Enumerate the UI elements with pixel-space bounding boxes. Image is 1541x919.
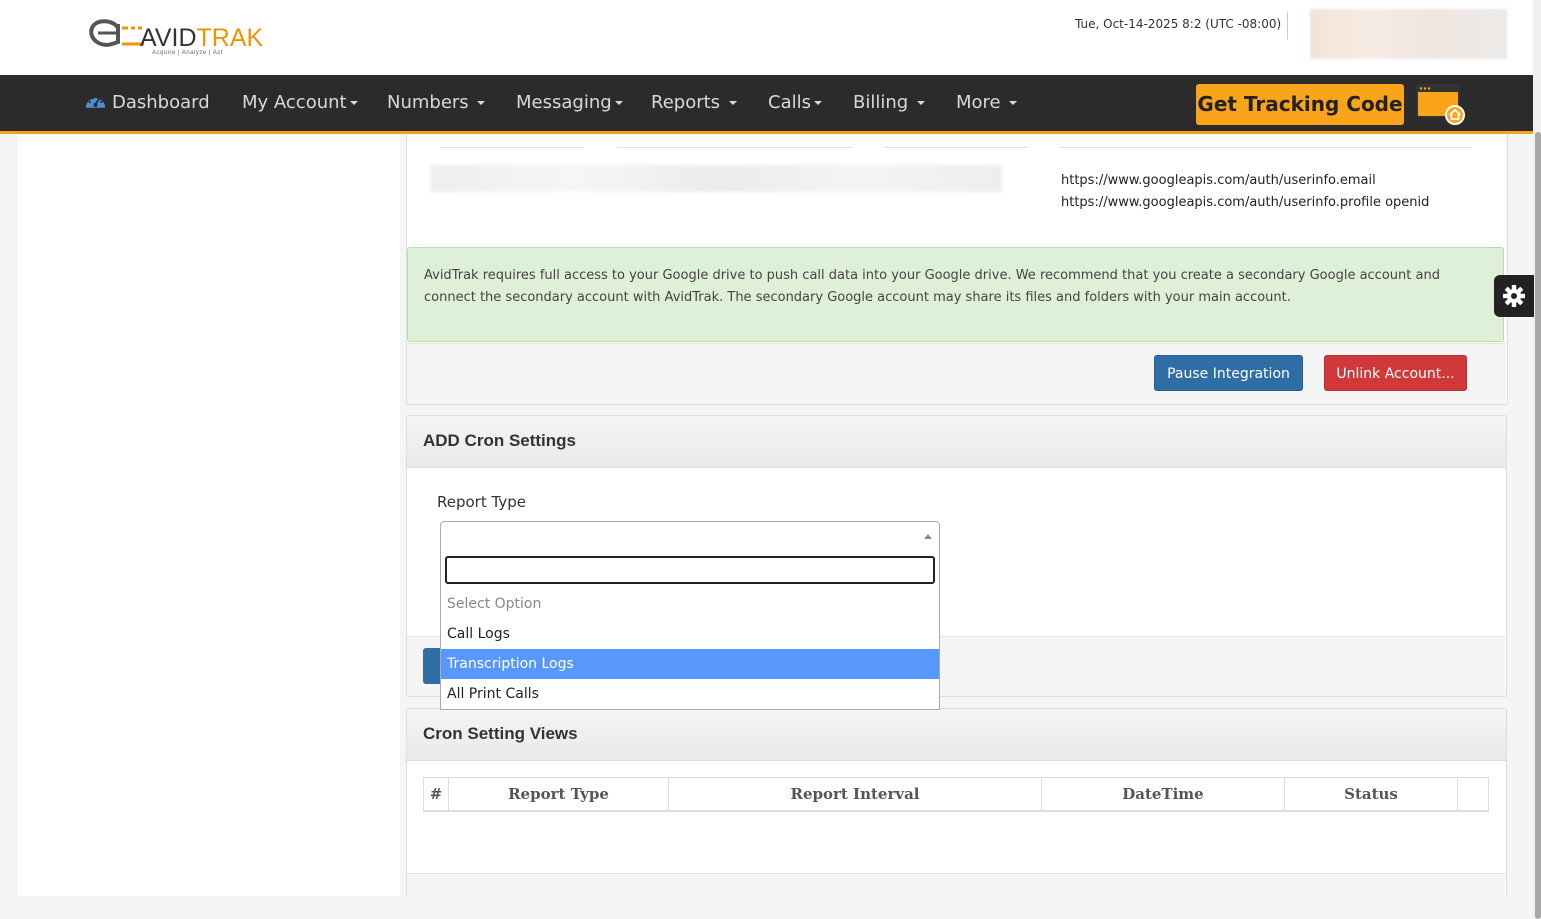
google-drive-notice: AvidTrak requires full access to your Go… [407,247,1504,342]
nav-billing[interactable]: Billing [853,92,925,113]
nav-numbers[interactable]: Numbers [387,92,486,113]
logo-wordmark: AVIDTRAK [140,24,264,52]
dropdown-search-input[interactable] [445,556,935,584]
get-tracking-code-button[interactable]: Get Tracking Code [1196,84,1404,125]
home-badge-icon [1445,105,1465,125]
scope-profile: https://www.googleapis.com/auth/userinfo… [1061,195,1430,210]
option-transcription-logs[interactable]: Transcription Logs [441,649,939,679]
field-underline [617,147,852,148]
nav-reports[interactable]: Reports [651,92,737,113]
field-underline [440,147,584,148]
current-datetime: Tue, Oct-14-2025 8:2 (UTC -08:00) [1075,17,1282,31]
nav-more[interactable]: More [956,92,1018,113]
unlink-account-button[interactable]: Unlink Account... [1324,355,1467,391]
select-arrow-icon [924,534,932,539]
logo-mark-icon [89,19,144,47]
panel-title: ADD Cron Settings [423,431,576,450]
page-bottom [0,896,1533,919]
panel-heading: ADD Cron Settings [407,416,1506,468]
option-call-logs[interactable]: Call Logs [441,619,939,649]
report-type-label: Report Type [437,493,526,511]
top-header: AVIDTRAK Acquire | Analyze | Act Tue, Oc… [0,0,1541,75]
column-header-actions [1458,778,1488,811]
logo-tagline: Acquire | Analyze | Act [152,50,223,56]
caret-down-icon [728,101,737,105]
option-all-print-calls[interactable]: All Print Calls [441,679,939,709]
avidtrak-logo[interactable]: AVIDTRAK Acquire | Analyze | Act [88,14,268,60]
user-account-menu[interactable] [1310,9,1507,59]
cron-views-footer [407,873,1505,896]
tracking-code-window-icon[interactable] [1415,83,1467,125]
option-select-option[interactable]: Select Option [441,589,939,619]
column-header-report-interval[interactable]: Report Interval [669,778,1042,811]
caret-down-icon [916,101,925,105]
panel-title: Cron Setting Views [423,724,578,743]
field-underline [1060,147,1472,148]
scope-email: https://www.googleapis.com/auth/userinfo… [1061,173,1376,188]
report-type-select[interactable] [440,521,940,551]
redacted-account-info [431,165,1002,192]
pause-integration-button[interactable]: Pause Integration [1154,355,1303,391]
caret-down-icon [477,101,486,105]
dashboard-gauge-icon [85,96,106,108]
left-sidebar [18,134,400,919]
column-header-report-type[interactable]: Report Type [449,778,669,811]
nav-my-account[interactable]: My Account [242,92,358,113]
cron-views-table: # Report Type Report Interval DateTime S… [423,777,1489,812]
column-header-datetime[interactable]: DateTime [1042,778,1285,811]
caret-down-icon [813,101,822,105]
nav-dashboard[interactable]: Dashboard [84,92,210,113]
header-divider [1287,12,1288,40]
scrollbar-thumb[interactable] [1535,132,1541,919]
column-header-status[interactable]: Status [1285,778,1458,811]
nav-messaging[interactable]: Messaging [516,92,623,113]
panel-heading: Cron Setting Views [407,709,1506,761]
gear-icon [1503,285,1525,307]
column-header-number[interactable]: # [424,778,449,811]
nav-calls[interactable]: Calls [768,92,822,113]
caret-down-icon [349,101,358,105]
caret-down-icon [1009,101,1018,105]
field-underline [885,147,1027,148]
main-navbar: Dashboard My Account Numbers Messaging R… [0,75,1533,134]
caret-down-icon [614,101,623,105]
settings-side-tab[interactable] [1494,275,1534,317]
